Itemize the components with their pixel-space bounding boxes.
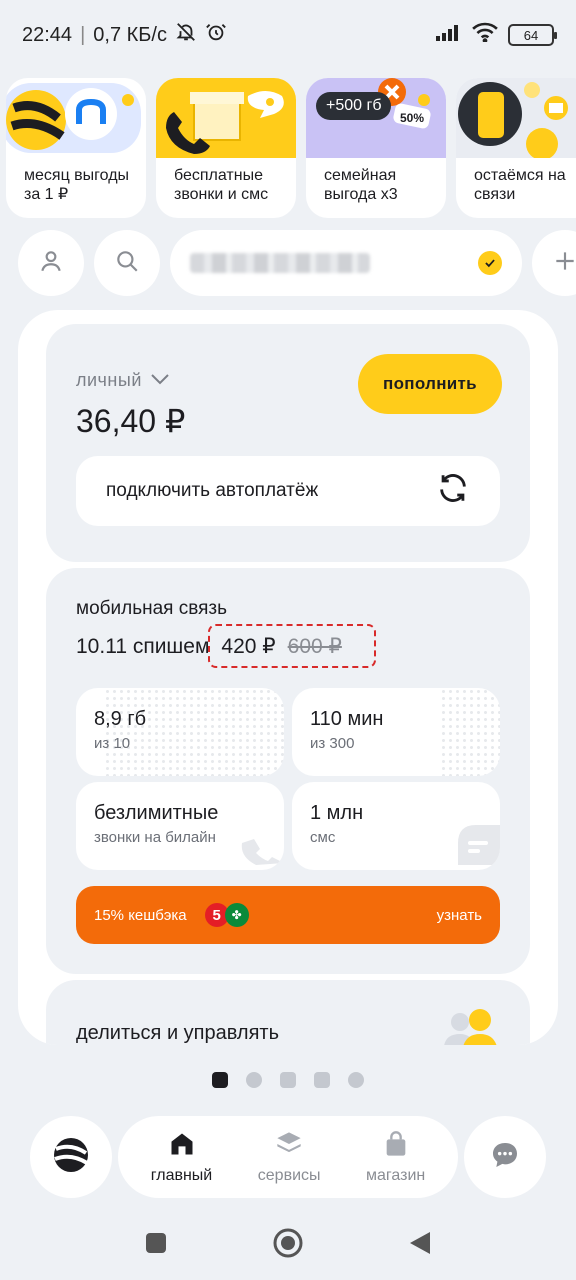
share-title: делиться и управлять: [76, 1022, 279, 1044]
minutes-tile[interactable]: 110 мин из 300: [292, 688, 500, 776]
users-icon: [442, 1008, 502, 1045]
search-icon: [114, 248, 140, 279]
search-button[interactable]: [94, 230, 160, 296]
data-tile[interactable]: 8,9 гб из 10: [76, 688, 284, 776]
story-text: бесплатные звонки и смс: [174, 167, 269, 203]
balance-card: личный 36,40 ₽ пополнить подключить авто…: [46, 324, 530, 562]
account-row: [18, 230, 576, 296]
pager-dot-shield[interactable]: [314, 1072, 330, 1088]
story-text: месяц выгоды за 1 ₽: [24, 167, 130, 203]
status-bar: 22:44 | 0,7 КБ/с 64: [0, 0, 576, 70]
plus-icon: [552, 248, 576, 279]
bottom-nav-tabs: главный сервисы магазин: [118, 1116, 458, 1198]
cashback-banner[interactable]: 15% кешбэка 5 ✤ узнать: [76, 886, 500, 944]
story-card[interactable]: месяц выгоды за 1 ₽: [6, 78, 146, 218]
pager-dot-overview[interactable]: [212, 1072, 228, 1088]
account-type-label: личный: [76, 370, 142, 390]
story-text: остаёмся на связи: [474, 167, 566, 203]
account-type-dropdown[interactable]: личный: [76, 370, 170, 391]
system-nav-bar: [0, 1220, 576, 1270]
home-circle-icon[interactable]: [272, 1227, 304, 1264]
story-card[interactable]: бесплатные звонки и смс: [156, 78, 296, 218]
signal-icon: [436, 23, 462, 47]
phone-number-selector[interactable]: [170, 230, 522, 296]
back-icon[interactable]: [408, 1230, 432, 1261]
layers-icon: [275, 1130, 303, 1163]
beeline-logo-icon: [51, 1135, 91, 1180]
mobile-plan-card[interactable]: мобильная связь 10.11 спишем 420 ₽ 600 ₽…: [46, 568, 530, 974]
price-highlight-box: [208, 624, 376, 668]
tab-label: магазин: [366, 1166, 426, 1184]
gift-phone-icon: [156, 78, 296, 158]
status-time: 22:44: [22, 23, 73, 46]
stories-carousel[interactable]: месяц выгоды за 1 ₽ бесплатные звонки и …: [6, 78, 576, 218]
alarm-icon: [205, 21, 227, 49]
profile-button[interactable]: [18, 230, 84, 296]
share-manage-card[interactable]: делиться и управлять: [46, 980, 530, 1045]
pager-dot-compass[interactable]: [348, 1072, 364, 1088]
autopay-label: подключить автоплатёж: [106, 480, 319, 501]
tab-label: сервисы: [257, 1166, 321, 1184]
bag-icon: [382, 1130, 410, 1163]
check-icon: [478, 251, 502, 275]
charge-date: 10.11 спишем: [76, 634, 210, 658]
family-promo-icon: 50% +500 гб: [306, 78, 446, 158]
pager-dot-x[interactable]: [280, 1072, 296, 1088]
story-text: семейная выгода х3: [324, 167, 398, 203]
tab-services[interactable]: сервисы: [258, 1130, 321, 1185]
sms-tile[interactable]: 1 млн смс: [292, 782, 500, 870]
main-sheet: личный 36,40 ₽ пополнить подключить авто…: [18, 310, 558, 1045]
battery-icon: 64: [508, 24, 557, 46]
tab-home[interactable]: главный: [150, 1130, 213, 1185]
status-speed: 0,7 КБ/с: [93, 23, 167, 46]
refresh-icon: [436, 471, 470, 511]
family-badge: +500 гб: [316, 92, 392, 120]
chat-icon: [489, 1139, 521, 1176]
tab-shop[interactable]: магазин: [366, 1130, 425, 1185]
autopay-button[interactable]: подключить автоплатёж: [76, 456, 500, 526]
phone-icon: [456, 78, 576, 160]
topup-button[interactable]: пополнить: [358, 354, 502, 414]
mobile-title: мобильная связь: [76, 598, 228, 619]
pyaterochka-logo-icon: 5 ✤: [204, 903, 249, 927]
cashback-action: узнать: [436, 906, 482, 924]
home-icon: [168, 1130, 196, 1163]
bottom-nav: главный сервисы магазин: [0, 1116, 576, 1200]
phone-call-icon: [236, 817, 284, 870]
cashback-label: 15% кешбэка: [94, 906, 187, 924]
user-icon: [38, 248, 64, 279]
bee-logo-icon: [6, 78, 146, 158]
message-icon: [450, 819, 500, 870]
beeline-logo-button[interactable]: [30, 1116, 112, 1198]
sale-badge: 50%: [400, 111, 424, 125]
phone-number-blurred: [190, 253, 370, 273]
chat-button[interactable]: [464, 1116, 546, 1198]
tile-value: 8,9 гб: [94, 708, 147, 730]
tile-subtitle: из 10: [94, 735, 131, 752]
unlimited-calls-tile[interactable]: безлимитные звонки на билайн: [76, 782, 284, 870]
chevron-down-icon: [150, 370, 170, 391]
pager-dot-chart[interactable]: [246, 1072, 262, 1088]
tab-label: главный: [150, 1166, 213, 1184]
recent-apps-icon[interactable]: [144, 1231, 168, 1260]
story-card[interactable]: 50% +500 гб семейная выгода х3: [306, 78, 446, 218]
wifi-icon: [472, 22, 498, 48]
bell-off-icon: [175, 21, 197, 49]
tile-value: 110 мин: [310, 708, 384, 730]
add-number-button[interactable]: [532, 230, 576, 296]
story-card[interactable]: остаёмся на связи: [456, 78, 576, 218]
tile-subtitle: из 300: [310, 735, 355, 752]
balance-amount: 36,40 ₽: [76, 403, 186, 439]
section-pager: [0, 1072, 576, 1088]
